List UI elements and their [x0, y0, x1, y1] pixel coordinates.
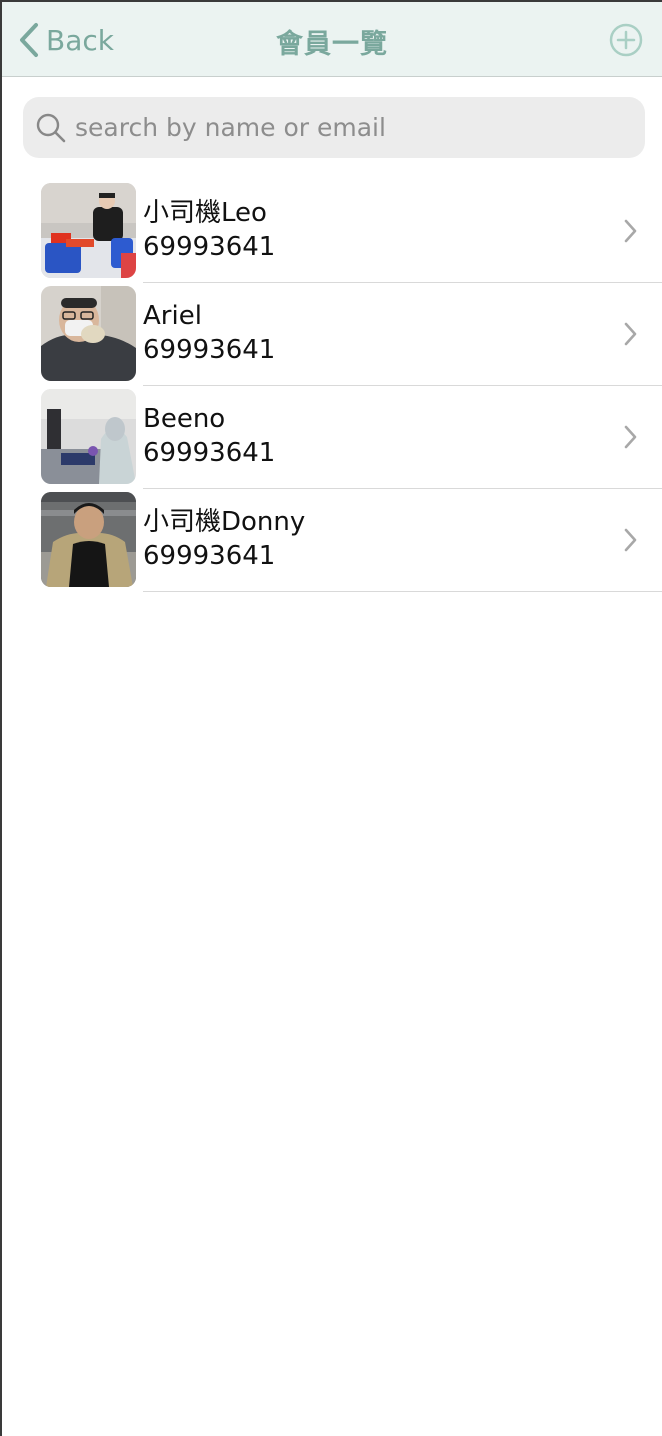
- plus-circle-icon: [608, 23, 644, 62]
- list-item[interactable]: Beeno 69993641: [2, 386, 662, 489]
- avatar: [41, 389, 136, 484]
- avatar: [41, 183, 136, 278]
- page-title: 會員一覽: [276, 29, 388, 60]
- member-info: 小司機Donny 69993641: [143, 505, 305, 573]
- search-input[interactable]: [73, 106, 617, 149]
- member-info: 小司機Leo 69993641: [143, 196, 275, 264]
- chevron-right-icon: [622, 527, 638, 553]
- app-window: Back 會員一覽 search by name or email 小司機Leo…: [0, 0, 662, 1436]
- add-member-button[interactable]: [608, 22, 644, 58]
- list-item[interactable]: 小司機Donny 69993641: [2, 489, 662, 592]
- list-item[interactable]: Ariel 69993641: [2, 283, 662, 386]
- member-name: 小司機Leo: [143, 198, 267, 228]
- member-name: Beeno: [143, 404, 226, 434]
- chevron-right-icon: [622, 424, 638, 450]
- member-name: Ariel: [143, 301, 202, 331]
- member-phone: 69993641: [143, 438, 276, 468]
- avatar: [41, 492, 136, 587]
- member-info: Beeno 69993641: [143, 402, 275, 470]
- member-name: 小司機Donny: [143, 507, 306, 537]
- avatar: [41, 286, 136, 381]
- member-list: 小司機Leo 69993641 Ariel 69993641 Beeno 699…: [2, 180, 662, 592]
- navigation-bar: Back 會員一覽: [2, 2, 662, 77]
- member-info: Ariel 69993641: [143, 299, 275, 367]
- list-item[interactable]: 小司機Leo 69993641: [2, 180, 662, 283]
- row-divider: [143, 591, 662, 592]
- search-icon: [35, 112, 67, 144]
- member-phone: 69993641: [143, 232, 276, 262]
- member-phone: 69993641: [143, 541, 276, 571]
- chevron-right-icon: [622, 321, 638, 347]
- member-phone: 69993641: [143, 335, 276, 365]
- search-bar[interactable]: [23, 97, 645, 158]
- chevron-right-icon: [622, 218, 638, 244]
